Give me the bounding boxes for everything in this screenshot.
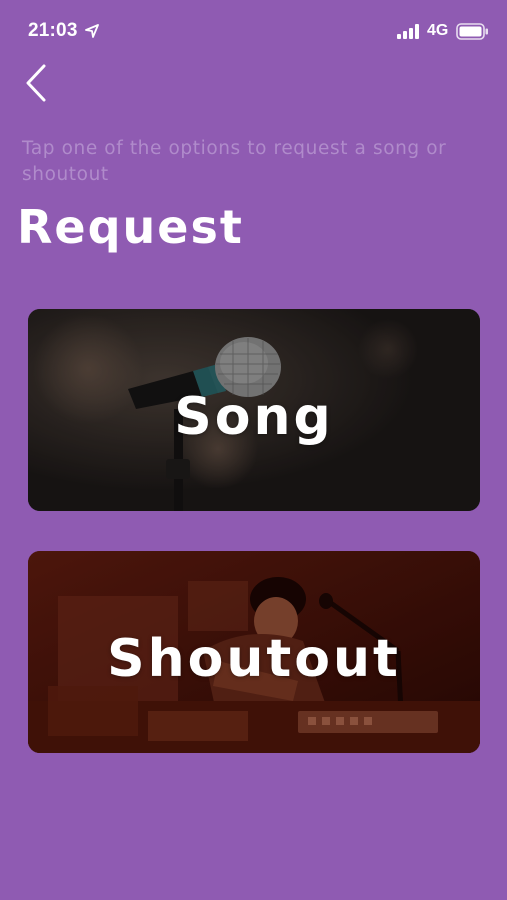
shoutout-option-card[interactable]: Shoutout bbox=[28, 551, 480, 753]
instructions-text: Tap one of the options to request a song… bbox=[22, 138, 447, 185]
location-arrow-icon bbox=[85, 24, 99, 38]
song-option-card[interactable]: Song bbox=[28, 309, 480, 511]
song-option-label: Song bbox=[174, 387, 334, 447]
network-label: 4G bbox=[427, 22, 449, 39]
shoutout-option-label: Shoutout bbox=[107, 629, 401, 689]
status-bar: 21:03 4G bbox=[0, 0, 507, 62]
chevron-left-icon bbox=[26, 64, 46, 102]
status-time: 21:03 bbox=[28, 20, 78, 41]
signal-bars-icon bbox=[397, 24, 419, 39]
page-title: Request bbox=[17, 200, 244, 254]
battery-icon bbox=[456, 23, 488, 40]
back-button[interactable] bbox=[18, 58, 58, 108]
